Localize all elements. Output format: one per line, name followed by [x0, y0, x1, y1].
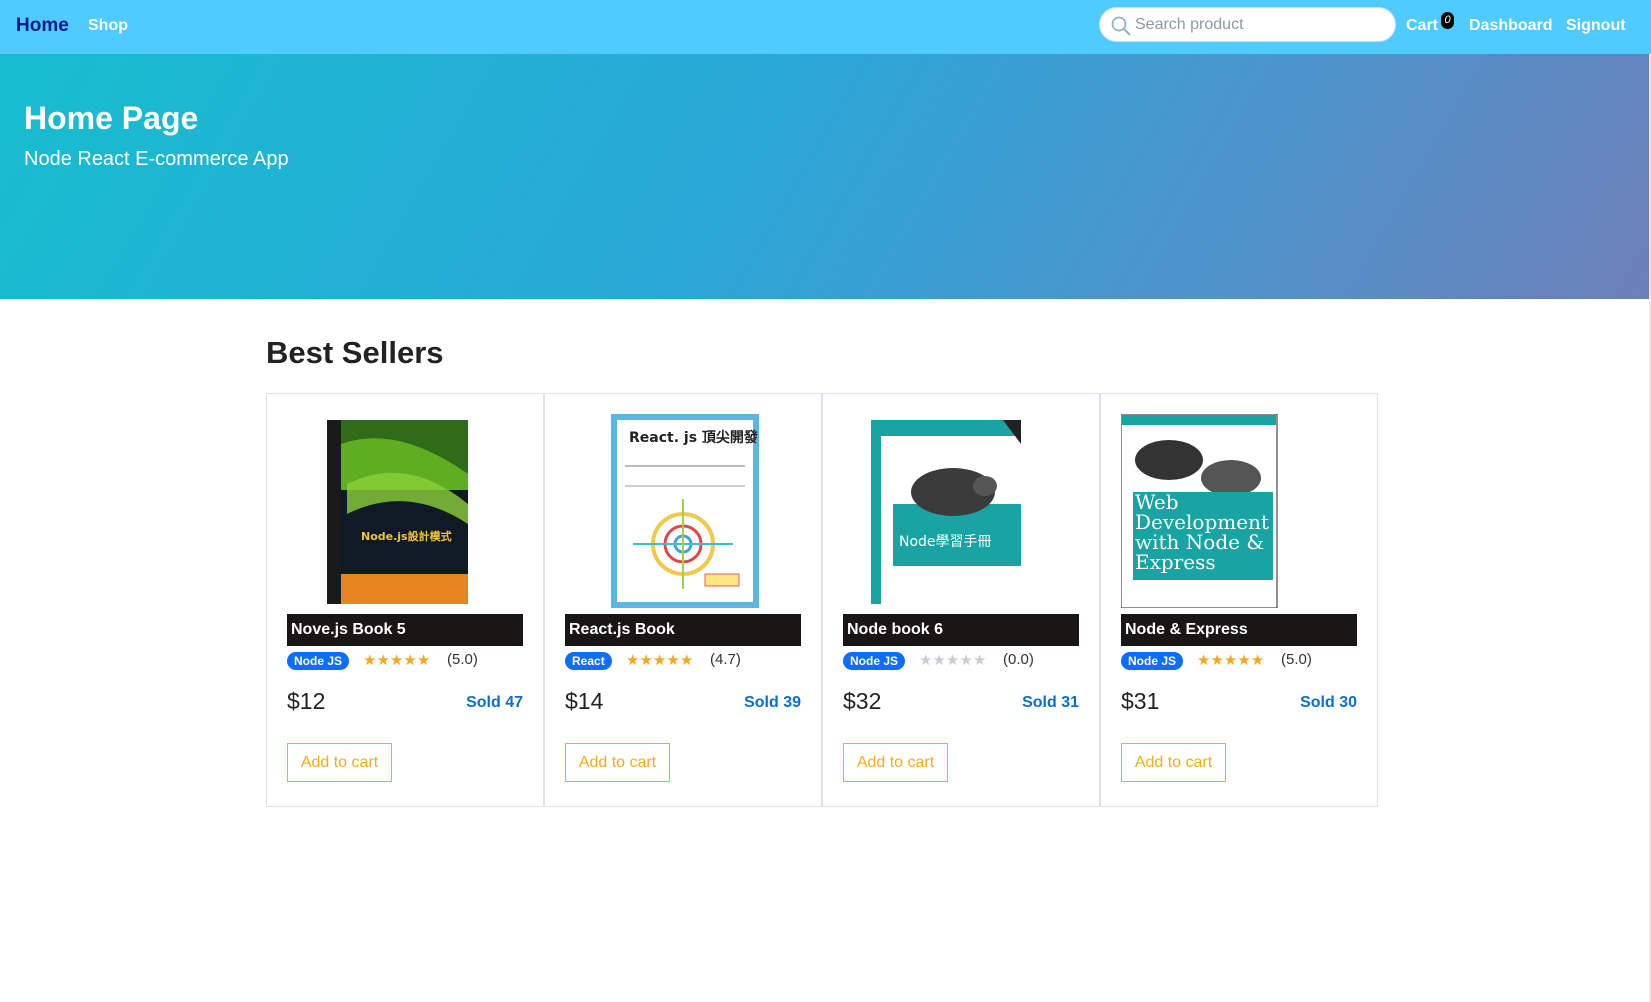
star-icon: ★: [919, 652, 933, 669]
product-image[interactable]: Web Development with Node & Express: [1121, 414, 1357, 608]
nav-cart-link[interactable]: Cart: [1406, 17, 1438, 35]
nav-shop-link[interactable]: Shop: [88, 17, 128, 35]
category-badge: Node JS: [1121, 652, 1184, 670]
product-card: Node學習手冊 Node book 6 Node JS ★★★★★ (0.0)…: [822, 393, 1100, 807]
star-icon: ★: [666, 652, 680, 669]
product-card: Web Development with Node & Express Node…: [1100, 393, 1378, 807]
add-to-cart-button[interactable]: Add to cart: [1121, 743, 1226, 782]
hero-banner: Home Page Node React E-commerce App: [0, 54, 1651, 299]
best-sellers-title: Best Sellers: [266, 335, 444, 370]
star-icon: ★: [959, 652, 973, 669]
rating-stars: ★★★★★: [1197, 652, 1264, 670]
product-image[interactable]: Node.js設計模式: [287, 414, 523, 608]
product-title[interactable]: Nove.js Book 5: [287, 614, 523, 646]
rating-stars: ★★★★★: [363, 652, 430, 670]
top-navbar: Home Shop Cart 0 Dashboard Signout: [0, 0, 1651, 54]
star-icon: ★: [1237, 652, 1251, 669]
star-icon: ★: [389, 652, 404, 669]
star-icon: ★: [1223, 652, 1238, 669]
star-icon: ★: [652, 652, 667, 669]
cover-text: React. js 頂尖開發: [629, 429, 759, 446]
cart-count-badge: 0: [1441, 12, 1454, 29]
category-badge: Node JS: [287, 652, 350, 670]
sold-count: Sold 30: [1300, 694, 1357, 711]
search-input[interactable]: [1135, 15, 1385, 34]
search-icon: [1111, 16, 1131, 36]
star-icon: ★: [679, 652, 694, 669]
star-icon: ★: [363, 652, 377, 669]
product-price: $12: [287, 688, 326, 714]
search-box: [1099, 7, 1396, 42]
star-icon: ★: [972, 652, 987, 669]
product-card: React. js 頂尖開發 React.js Book React ★★★★★…: [544, 393, 822, 807]
sold-count: Sold 47: [466, 694, 523, 711]
rating-value: (5.0): [1281, 651, 1312, 668]
star-icon: ★: [932, 652, 946, 669]
product-price: $14: [565, 688, 604, 714]
nav-dashboard-link[interactable]: Dashboard: [1469, 17, 1553, 35]
rating-value: (4.7): [710, 651, 741, 668]
cover-text: Node學習手冊: [899, 534, 992, 550]
rating-stars: ★★★★★: [626, 652, 693, 670]
star-icon: ★: [376, 652, 390, 669]
star-icon: ★: [416, 652, 431, 669]
rating-stars: ★★★★★: [919, 652, 986, 670]
star-icon: ★: [1250, 652, 1265, 669]
star-icon: ★: [1210, 652, 1224, 669]
product-image[interactable]: React. js 頂尖開發: [565, 414, 801, 608]
add-to-cart-button[interactable]: Add to cart: [843, 743, 948, 782]
sold-count: Sold 31: [1022, 694, 1079, 711]
product-title[interactable]: Node & Express: [1121, 614, 1357, 646]
nav-signout-link[interactable]: Signout: [1566, 17, 1626, 35]
sold-count: Sold 39: [744, 694, 801, 711]
category-badge: React: [565, 652, 612, 670]
nav-home-link[interactable]: Home: [16, 15, 69, 37]
product-title[interactable]: Node book 6: [843, 614, 1079, 646]
cover-text: Web Development with Node & Express: [1135, 492, 1269, 574]
star-icon: ★: [403, 652, 417, 669]
category-badge: Node JS: [843, 652, 906, 670]
product-price: $32: [843, 688, 882, 714]
star-icon: ★: [945, 652, 960, 669]
page-title: Home Page: [24, 100, 199, 136]
page-subtitle: Node React E-commerce App: [24, 148, 289, 170]
rating-value: (0.0): [1003, 651, 1034, 668]
product-title[interactable]: React.js Book: [565, 614, 801, 646]
rating-value: (5.0): [447, 651, 478, 668]
star-icon: ★: [626, 652, 640, 669]
add-to-cart-button[interactable]: Add to cart: [565, 743, 670, 782]
best-sellers-list: Node.js設計模式 Nove.js Book 5 Node JS ★★★★★…: [266, 393, 1378, 807]
star-icon: ★: [1197, 652, 1211, 669]
product-card: Node.js設計模式 Nove.js Book 5 Node JS ★★★★★…: [266, 393, 544, 807]
product-image[interactable]: Node學習手冊: [843, 414, 1079, 608]
add-to-cart-button[interactable]: Add to cart: [287, 743, 392, 782]
cover-text: Node.js設計模式: [361, 529, 452, 543]
star-icon: ★: [639, 652, 653, 669]
product-price: $31: [1121, 688, 1160, 714]
